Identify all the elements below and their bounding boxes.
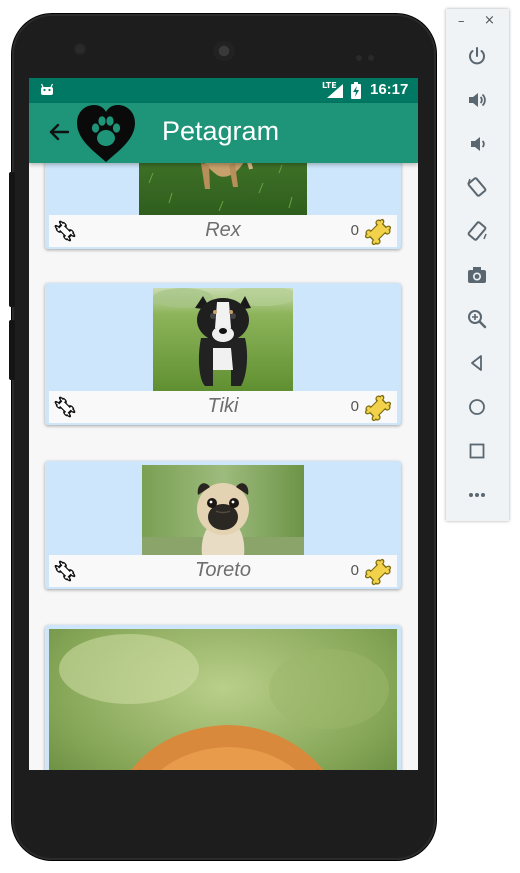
home-icon[interactable] (463, 393, 491, 421)
minimize-icon[interactable]: – (458, 14, 465, 29)
phone-power-key (9, 320, 15, 380)
volume-up-icon[interactable] (463, 86, 491, 114)
pet-photo-tiki (153, 288, 293, 392)
pet-card-footer: Toreto 0 (49, 555, 397, 587)
bone-filled-icon[interactable] (363, 217, 393, 247)
volume-down-icon[interactable] (463, 130, 491, 158)
arrow-back-icon[interactable] (46, 119, 72, 145)
pet-card-footer: Tiki 0 (49, 391, 397, 423)
pet-photo-toreto (142, 465, 304, 556)
close-icon[interactable]: × (484, 13, 495, 28)
bone-filled-icon[interactable] (363, 557, 393, 587)
emulator-toolbar: – × (446, 9, 509, 521)
pet-list[interactable]: Rex 0 Tiki 0 Toreto 0 (29, 163, 418, 770)
status-bar: LTE 16:17 (29, 78, 418, 103)
battery-charging-icon (351, 82, 361, 99)
signal-icon (327, 84, 343, 98)
back-icon[interactable] (463, 349, 491, 377)
camera-icon[interactable] (463, 261, 491, 289)
pet-card: Tiki 0 (45, 283, 401, 425)
phone-sensors (356, 46, 380, 61)
pet-photo-golden (49, 629, 397, 770)
more-icon[interactable] (463, 481, 491, 509)
pet-like-count: 0 (350, 222, 359, 239)
device-screen: LTE 16:17 Petagram Rex 0 Tiki 0 Toreto 0 (29, 78, 418, 770)
power-icon[interactable] (463, 42, 491, 70)
pet-name: Rex (205, 219, 241, 241)
pet-like-count: 0 (350, 562, 359, 579)
pet-card: Toreto 0 (45, 461, 401, 589)
zoom-icon[interactable] (463, 305, 491, 333)
pet-card (45, 625, 401, 770)
overview-icon[interactable] (463, 437, 491, 465)
app-toolbar: Petagram (29, 103, 418, 163)
rotate-right-icon[interactable] (463, 217, 491, 245)
phone-speaker (213, 41, 235, 61)
pet-card: Rex 0 (45, 163, 401, 249)
pet-card-footer: Rex 0 (49, 215, 397, 247)
phone-volume-rocker (9, 172, 15, 307)
pet-name: Toreto (195, 559, 251, 581)
status-time: 16:17 (370, 81, 409, 98)
emulator-window-controls: – × (446, 9, 509, 35)
app-title: Petagram (162, 116, 280, 146)
pet-name: Tiki (207, 395, 239, 417)
android-icon (40, 83, 54, 95)
pet-photo-rex (139, 163, 307, 215)
bone-filled-icon[interactable] (363, 393, 393, 423)
heart-paw-icon (77, 105, 135, 162)
rotate-left-icon[interactable] (463, 173, 491, 201)
phone-front-camera (75, 44, 85, 54)
pet-like-count: 0 (350, 398, 359, 415)
